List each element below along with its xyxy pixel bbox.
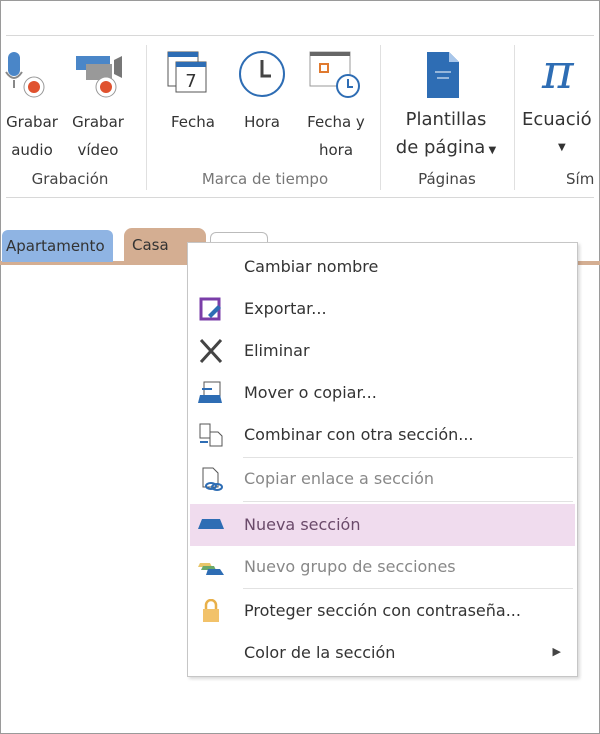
page-templates-button[interactable]: Plantillas de página ▼: [386, 106, 506, 165]
menu-item-label: Mover o copiar...: [244, 383, 377, 402]
button-label: Grabar: [6, 113, 58, 131]
menu-item-export[interactable]: Exportar...: [190, 288, 575, 330]
dropdown-arrow-icon: ▼: [558, 142, 566, 153]
button-label: Fecha y: [307, 113, 365, 131]
equation-button[interactable]: Ecuació ▼: [522, 106, 600, 162]
copy-link-icon: [202, 467, 223, 491]
video-record-icon: [76, 56, 122, 98]
clock-icon: [239, 51, 285, 97]
calendar-icon: 7: [167, 51, 207, 93]
menu-item-label: Exportar...: [244, 299, 327, 318]
button-label: vídeo: [77, 141, 119, 159]
tab-apartamento[interactable]: Apartamento: [2, 230, 113, 262]
record-audio-button[interactable]: Grabar audio: [2, 108, 62, 164]
menu-item-new-section-group[interactable]: Nuevo grupo de secciones: [190, 546, 575, 588]
group-divider: [380, 45, 381, 190]
group-label: Grabación: [31, 170, 109, 188]
menu-item-section-color[interactable]: Color de la sección ▶: [190, 632, 575, 674]
menu-item-copy-link[interactable]: Copiar enlace a sección: [190, 458, 575, 500]
date-button[interactable]: Fecha: [163, 108, 223, 136]
group-label: Marca de tiempo: [201, 170, 329, 188]
tab-label: Apartamento: [6, 237, 105, 255]
menu-item-delete[interactable]: Eliminar: [190, 330, 575, 372]
menu-item-label: Copiar enlace a sección: [244, 469, 435, 488]
button-label: Fecha: [171, 113, 215, 131]
menu-item-label: Eliminar: [244, 341, 310, 360]
pi-icon: π: [541, 48, 575, 98]
group-label: Páginas: [418, 170, 476, 188]
menu-item-protect-section[interactable]: Proteger sección con contraseña...: [190, 590, 575, 632]
dropdown-arrow-icon: ▼: [485, 145, 497, 156]
submenu-arrow-icon: ▶: [552, 645, 561, 658]
menu-item-label: Cambiar nombre: [244, 257, 379, 276]
menu-separator: [243, 501, 573, 502]
context-menu: Cambiar nombre Exportar... Eliminar Move…: [187, 242, 578, 677]
date-time-button[interactable]: Fecha y hora: [298, 108, 374, 164]
group-label: Sím: [566, 170, 595, 188]
new-section-group-icon: [198, 563, 224, 575]
button-label: hora: [318, 141, 354, 159]
menu-separator: [243, 588, 573, 589]
ribbon-top-divider: [6, 35, 594, 36]
delete-x-icon: [199, 339, 223, 363]
record-video-button[interactable]: Grabar vídeo: [66, 108, 130, 164]
lock-icon: [203, 599, 219, 622]
export-icon: [199, 297, 221, 321]
menu-item-label: Proteger sección con contraseña...: [244, 601, 521, 620]
button-label: Grabar: [72, 113, 124, 131]
group-divider: [146, 45, 147, 190]
button-label: audio: [11, 141, 53, 159]
svg-text:7: 7: [185, 71, 196, 92]
menu-item-label: Nuevo grupo de secciones: [244, 557, 456, 576]
microphone-record-icon: [5, 52, 45, 98]
calendar-clock-icon: [309, 51, 360, 98]
menu-item-merge[interactable]: Combinar con otra sección...: [190, 414, 575, 456]
ribbon-bottom-divider: [6, 197, 594, 198]
move-copy-icon: [198, 381, 222, 403]
button-label: de página: [395, 137, 486, 158]
new-section-icon: [198, 519, 224, 529]
menu-item-label: Combinar con otra sección...: [244, 425, 474, 444]
page-template-icon: [427, 52, 459, 98]
merge-icon: [199, 423, 223, 447]
menu-item-rename[interactable]: Cambiar nombre: [190, 246, 575, 288]
tab-label: Casa: [132, 236, 169, 254]
svg-text:π: π: [541, 48, 575, 98]
group-divider: [514, 45, 515, 190]
button-label: Hora: [244, 113, 280, 131]
menu-item-label: Color de la sección: [244, 643, 396, 662]
time-button[interactable]: Hora: [232, 108, 292, 136]
button-label: Plantillas: [405, 109, 487, 130]
menu-item-new-section[interactable]: Nueva sección: [190, 504, 575, 546]
menu-item-move-copy[interactable]: Mover o copiar...: [190, 372, 575, 414]
menu-item-label: Nueva sección: [244, 515, 361, 534]
button-label: Ecuació: [522, 109, 592, 130]
